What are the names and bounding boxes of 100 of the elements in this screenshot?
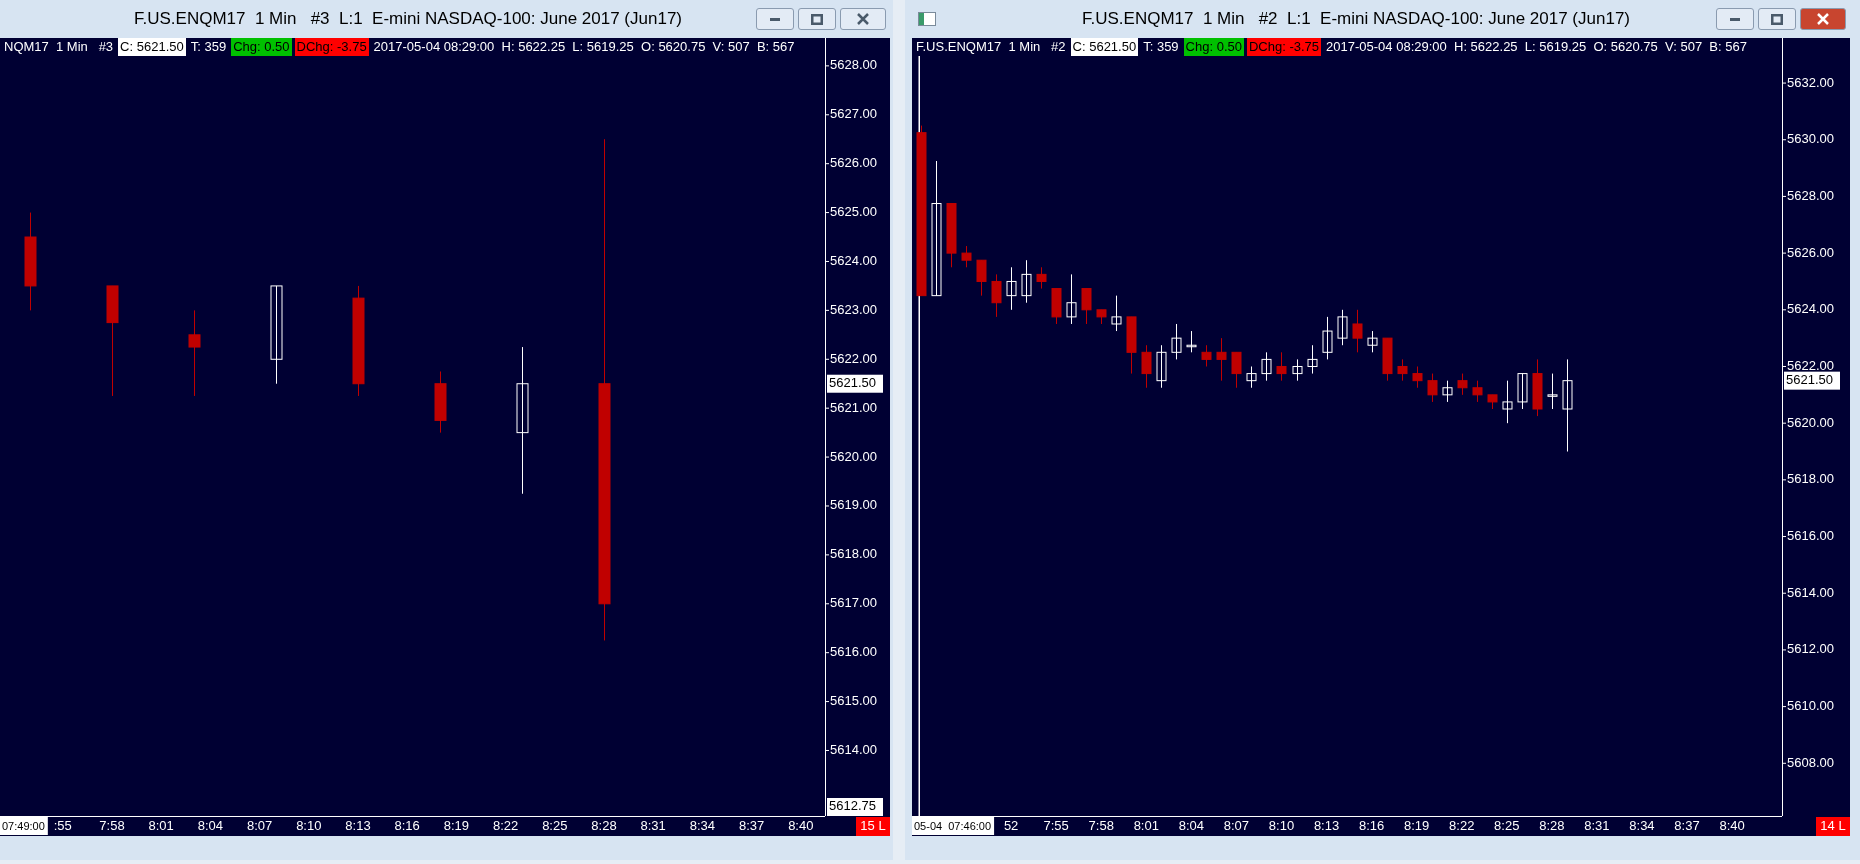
candlestick xyxy=(1322,316,1333,360)
maximize-icon xyxy=(811,13,823,25)
candlestick xyxy=(1111,295,1122,332)
info-badge: DChg: -3.75 xyxy=(1246,38,1322,56)
time-label: 8:40 xyxy=(1719,818,1745,834)
candlestick xyxy=(1096,309,1107,325)
candlestick xyxy=(1126,316,1137,375)
candlestick xyxy=(1382,337,1393,382)
time-label: 8:01 xyxy=(148,818,174,834)
price-label: 5618.00 xyxy=(1787,471,1834,487)
candlestick xyxy=(1081,288,1092,325)
close-button[interactable] xyxy=(840,8,886,30)
candlestick xyxy=(1457,373,1468,396)
candlestick xyxy=(1442,380,1453,403)
price-label: 5626.00 xyxy=(830,155,877,171)
time-label: 8:07 xyxy=(1223,818,1250,834)
time-label: 8:13 xyxy=(345,818,371,834)
info-badge: C: 5621.50 xyxy=(1070,38,1139,56)
price-label: 5614.00 xyxy=(1787,584,1834,600)
candlestick xyxy=(1141,344,1152,389)
time-label: 8:28 xyxy=(1539,818,1565,834)
candlestick xyxy=(1021,259,1032,304)
minimize-button[interactable] xyxy=(756,8,794,30)
cursor-time-label: 05-04 07:46:00 xyxy=(912,817,995,835)
time-label: 8:25 xyxy=(1494,818,1520,834)
time-label: 8:31 xyxy=(640,818,666,834)
price-label: 5622.00 xyxy=(830,350,877,366)
time-label: 8:40 xyxy=(788,818,814,834)
candlestick xyxy=(1036,266,1047,290)
time-label: 8:22 xyxy=(492,818,519,834)
info-text: T: 359 xyxy=(1142,38,1180,56)
candlestick xyxy=(1261,351,1272,382)
price-label: 5620.00 xyxy=(1787,414,1834,430)
price-label: 5620.00 xyxy=(830,448,877,464)
candlestick xyxy=(1216,337,1227,382)
info-badge: Chg: 0.50 xyxy=(1183,38,1244,56)
time-label: 8:19 xyxy=(1404,818,1430,834)
candlestick xyxy=(1292,358,1303,382)
price-marker: 5612.75 xyxy=(827,798,883,816)
candlestick xyxy=(1532,358,1543,417)
price-label: 5616.00 xyxy=(830,644,877,660)
candlestick xyxy=(1412,366,1423,389)
candlestick xyxy=(1276,351,1287,382)
time-label: 8:28 xyxy=(591,818,617,834)
time-label: 8:07 xyxy=(246,818,273,834)
candlestick xyxy=(1307,344,1318,375)
price-label: 5630.00 xyxy=(1787,131,1834,147)
info-badge: C: 5621.50 xyxy=(118,38,186,56)
minimize-icon xyxy=(1730,17,1740,21)
candlestick xyxy=(1367,330,1378,353)
candlestick xyxy=(1337,309,1348,346)
candlestick xyxy=(1066,273,1077,325)
candlestick xyxy=(991,273,1002,318)
time-label: 8:22 xyxy=(1449,818,1475,834)
time-label: 8:04 xyxy=(197,818,224,834)
price-label: 5623.00 xyxy=(830,301,877,317)
window-title: F.US.ENQM17 1 Min #3 L:1 E-mini NASDAQ-100: June 2017 (Jun17) xyxy=(133,8,683,31)
price-label: 5608.00 xyxy=(1787,754,1834,770)
info-text: F.US.ENQM17 1 Min #2 xyxy=(915,38,1067,56)
candlestick xyxy=(1186,330,1197,353)
time-label: 8:19 xyxy=(443,818,470,834)
time-label: 8:37 xyxy=(738,818,765,834)
price-label: 5624.00 xyxy=(1787,301,1834,317)
price-label: 5615.00 xyxy=(830,693,877,708)
time-label: 7:58 xyxy=(99,818,125,834)
time-label: 8:34 xyxy=(689,818,716,834)
candlestick xyxy=(1427,373,1438,403)
time-label: 8:16 xyxy=(1358,818,1385,834)
price-marker: 5621.50 xyxy=(1784,371,1840,390)
candlestick xyxy=(1502,380,1513,424)
maximize-button[interactable] xyxy=(798,8,836,30)
cursor-time-label: 07:49:00 xyxy=(0,817,48,835)
time-label: 8:16 xyxy=(394,818,420,834)
price-label: 5624.00 xyxy=(830,252,877,268)
price-marker: 5621.50 xyxy=(827,374,883,393)
close-icon xyxy=(1817,13,1829,25)
price-label: 5612.00 xyxy=(1787,641,1834,657)
maximize-icon xyxy=(1771,13,1783,25)
close-button[interactable] xyxy=(1800,8,1846,30)
time-label: 8:13 xyxy=(1313,818,1340,834)
time-label: 8:25 xyxy=(542,818,568,834)
candlestick xyxy=(1171,323,1182,360)
candlestick xyxy=(1352,309,1363,353)
minimize-button[interactable] xyxy=(1716,8,1754,30)
price-label: 5618.00 xyxy=(830,546,877,562)
window-title: F.US.ENQM17 1 Min #2 L:1 E-mini NASDAQ-100: June 2017 (Jun17) xyxy=(1081,8,1631,31)
time-label: 52 xyxy=(1003,818,1019,834)
price-label: 5616.00 xyxy=(1787,528,1834,543)
candlestick xyxy=(1397,358,1408,382)
info-text: T: 359 xyxy=(189,38,228,56)
time-label: 7:55 xyxy=(1043,818,1069,834)
time-label: 8:04 xyxy=(1178,818,1204,834)
price-label: 5617.00 xyxy=(830,595,877,611)
price-label: 5614.00 xyxy=(830,741,877,757)
time-label: 8:10 xyxy=(1268,818,1295,834)
maximize-button[interactable] xyxy=(1758,8,1796,30)
minimize-icon xyxy=(770,17,780,21)
time-label: 8:37 xyxy=(1674,818,1700,834)
candlestick xyxy=(1246,366,1257,389)
bar-count-badge: 14 L xyxy=(1816,817,1850,836)
